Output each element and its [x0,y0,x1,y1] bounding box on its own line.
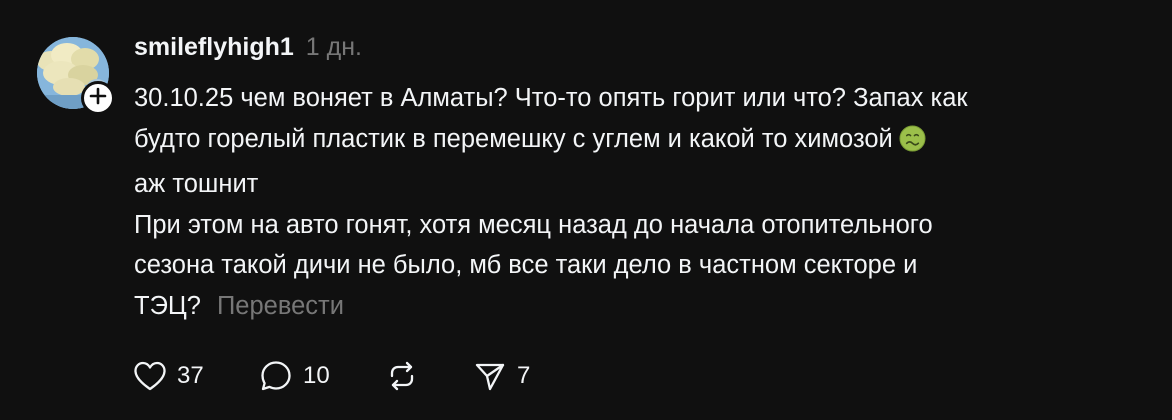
post-header: smileflyhigh1 1 дн. [134,33,362,69]
reply-button[interactable]: 10 [259,358,385,394]
translate-link[interactable]: Перевести [217,292,344,320]
post-text-line-with-translate: ТЭЦ? Перевести [134,286,1134,327]
follow-button[interactable] [81,81,115,115]
post-text-line: При этом на авто гонят, хотя месяц назад… [134,210,933,239]
username-link[interactable]: smileflyhigh1 [134,33,294,62]
avatar-container[interactable] [37,37,115,115]
plus-icon [89,87,107,110]
post-text-line: аж тошнит [134,170,259,198]
like-count: 37 [177,362,204,389]
share-button[interactable]: 7 [473,358,553,394]
thread-post: smileflyhigh1 1 дн. 30.10.25 чем воняет … [0,0,1172,420]
repost-button[interactable] [385,358,473,394]
reply-count: 10 [303,362,330,389]
heart-icon [133,360,167,392]
share-count: 7 [517,362,531,389]
post-body: 30.10.25 чем воняет в Алматы? Что-то опя… [134,78,1134,326]
post-text-line-with-emoji: будто горелый пластик в перемешку с угле… [134,119,1134,165]
nauseated-face-emoji [899,124,926,165]
like-button[interactable]: 37 [133,358,259,394]
post-timestamp[interactable]: 1 дн. [306,33,362,62]
post-text-line: сезона такой дичи не было, мб все таки д… [134,251,918,279]
repost-icon [385,359,419,393]
action-bar: 37 10 7 [133,358,553,394]
post-text-line: 30.10.25 чем воняет в Алматы? Что-то опя… [134,84,968,112]
comment-icon [259,359,293,393]
share-icon [473,359,507,393]
post-text-line: будто горелый пластик в перемешку с угле… [134,124,893,153]
post-text-line: ТЭЦ? [134,291,201,320]
